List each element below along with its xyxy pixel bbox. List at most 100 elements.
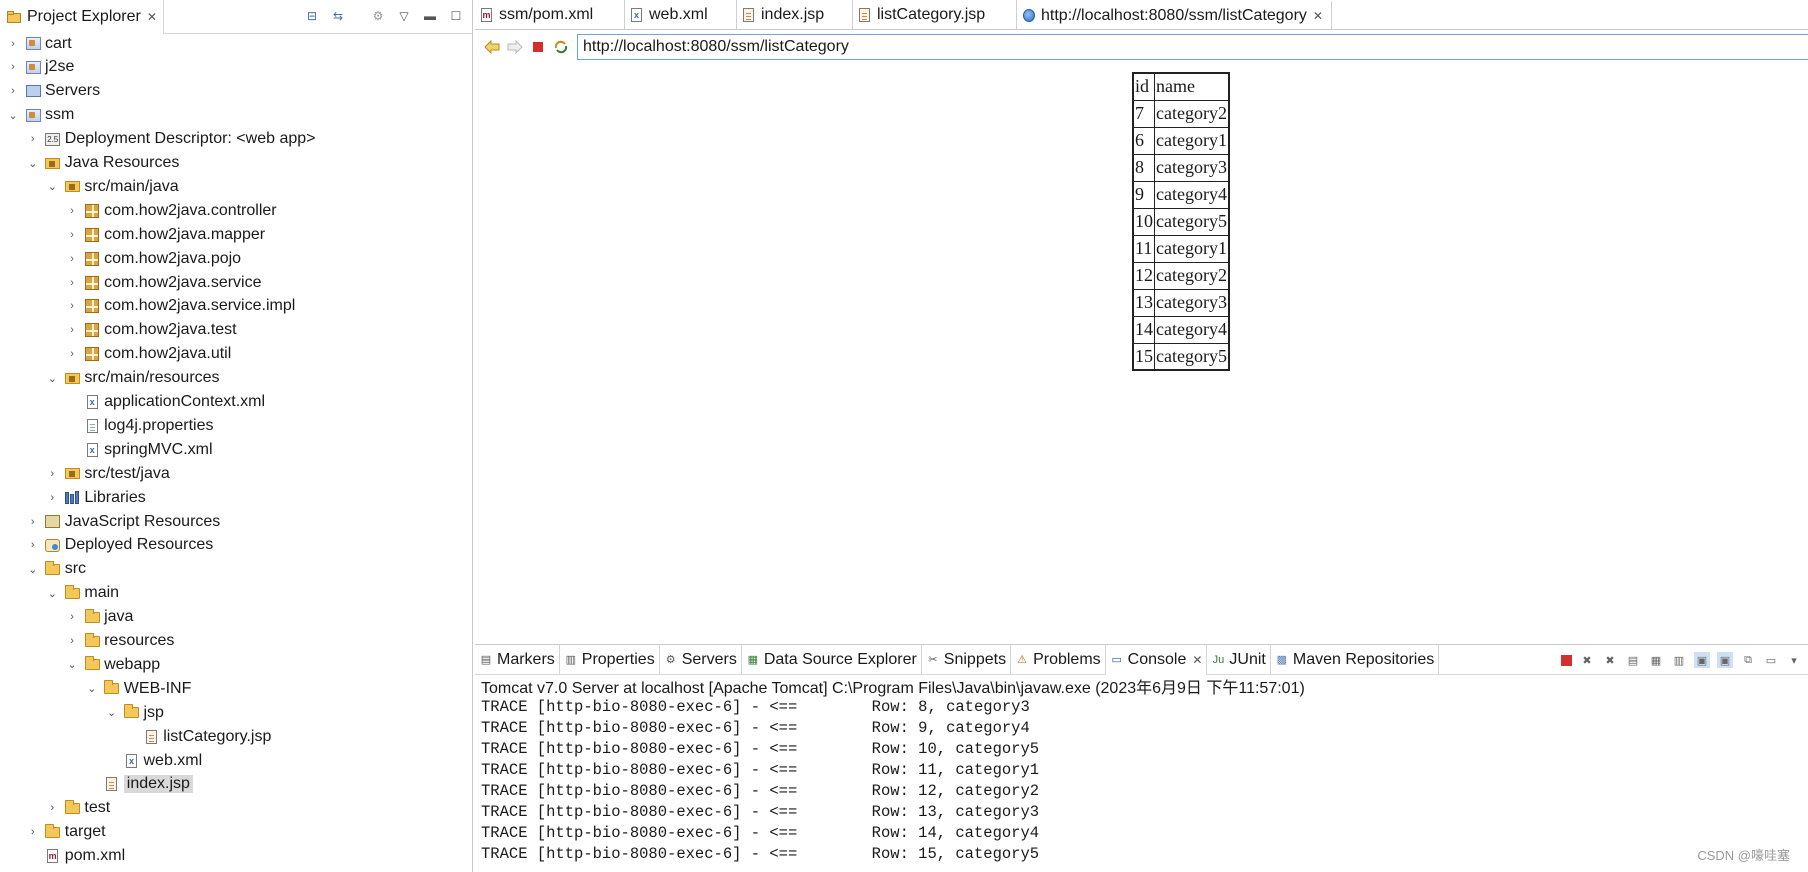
tree-item[interactable]: x springMVC.xml bbox=[65, 438, 213, 461]
view-menu-icon[interactable]: ▽ bbox=[396, 8, 412, 24]
editor-tab[interactable]: x web.xml bbox=[625, 0, 737, 29]
tree-item[interactable]: › com.how2java.util bbox=[65, 343, 231, 366]
bottom-tab[interactable]: ▭ Console ✕ bbox=[1105, 644, 1208, 675]
word-wrap-icon[interactable]: ▥ bbox=[1671, 652, 1687, 668]
url-input[interactable]: http://localhost:8080/ssm/listCategory bbox=[577, 34, 1808, 60]
pin-console-icon[interactable]: ⧉ bbox=[1740, 652, 1756, 668]
bottom-tab[interactable]: ⚠ Problems bbox=[1011, 644, 1106, 675]
tree-item[interactable]: index.jsp bbox=[85, 773, 193, 796]
console-output[interactable]: TRACE [http-bio-8080-exec-6] - <== Row: … bbox=[475, 697, 1808, 865]
remove-launch-icon[interactable]: ✖ bbox=[1579, 652, 1595, 668]
chevron-down-icon[interactable]: ⌄ bbox=[26, 563, 40, 576]
chevron-right-icon[interactable]: › bbox=[65, 324, 79, 336]
stop-icon[interactable] bbox=[529, 39, 546, 56]
close-icon[interactable]: ✕ bbox=[1192, 653, 1202, 667]
bottom-tab[interactable]: Ju JUnit bbox=[1207, 644, 1271, 675]
project-explorer-tab[interactable]: Project Explorer ✕ bbox=[0, 0, 164, 34]
chevron-right-icon[interactable]: › bbox=[26, 539, 40, 551]
chevron-down-icon[interactable]: ⌄ bbox=[45, 372, 59, 385]
link-with-editor-icon[interactable]: ⇆ bbox=[330, 8, 346, 24]
tree-item[interactable]: ⌄ src bbox=[26, 558, 86, 581]
tree-item[interactable]: ⌄ jsp bbox=[105, 701, 164, 724]
chevron-right-icon[interactable]: › bbox=[6, 61, 20, 73]
tree-item[interactable]: › cart bbox=[6, 32, 72, 55]
chevron-right-icon[interactable]: › bbox=[45, 802, 59, 814]
chevron-down-icon[interactable]: ⌄ bbox=[105, 706, 119, 719]
tree-item[interactable]: ⌄ WEB-INF bbox=[85, 677, 191, 700]
tree-item[interactable]: x web.xml bbox=[105, 749, 202, 772]
bottom-tab[interactable]: ⚙ Servers bbox=[660, 644, 742, 675]
tree-item[interactable]: › Libraries bbox=[45, 486, 146, 509]
tree-item[interactable]: › 2.5 Deployment Descriptor: <web app> bbox=[26, 128, 316, 151]
chevron-down-icon[interactable]: ⌄ bbox=[65, 658, 79, 671]
tree-item[interactable]: › src/test/java bbox=[45, 462, 170, 485]
editor-tab[interactable]: m ssm/pom.xml bbox=[475, 0, 625, 29]
bottom-tab[interactable]: ▩ Maven Repositories bbox=[1271, 644, 1440, 675]
minimize-icon[interactable]: ▬ bbox=[422, 8, 438, 24]
tree-item[interactable]: ⌄ Java Resources bbox=[26, 152, 179, 175]
tree-item[interactable]: › j2se bbox=[6, 56, 74, 79]
tree-item[interactable]: ⌄ webapp bbox=[65, 653, 160, 676]
tree-item[interactable]: m pom.xml bbox=[26, 845, 125, 868]
close-icon[interactable]: ✕ bbox=[147, 10, 157, 24]
editor-tab[interactable]: http://localhost:8080/ssm/listCategory ✕ bbox=[1017, 0, 1332, 29]
chevron-right-icon[interactable]: › bbox=[65, 611, 79, 623]
maximize-icon[interactable]: ☐ bbox=[448, 8, 464, 24]
chevron-right-icon[interactable]: › bbox=[26, 826, 40, 838]
refresh-icon[interactable] bbox=[552, 39, 569, 56]
filter-icon[interactable]: ⚙ bbox=[370, 8, 386, 24]
show-on-output-icon[interactable]: ▣ bbox=[1694, 652, 1710, 668]
tree-item[interactable]: ⌄ src/main/resources bbox=[45, 367, 220, 390]
chevron-down-icon[interactable]: ⌄ bbox=[85, 682, 99, 695]
tree-item[interactable]: › com.how2java.controller bbox=[65, 199, 276, 222]
editor-tab[interactable]: index.jsp bbox=[737, 0, 853, 29]
chevron-right-icon[interactable]: › bbox=[6, 38, 20, 50]
chevron-right-icon[interactable]: › bbox=[45, 468, 59, 480]
remove-all-terminated-icon[interactable]: ✖ bbox=[1602, 652, 1618, 668]
chevron-right-icon[interactable]: › bbox=[26, 133, 40, 145]
chevron-right-icon[interactable]: › bbox=[65, 348, 79, 360]
close-icon[interactable]: ✕ bbox=[1313, 9, 1323, 23]
collapse-all-icon[interactable]: ⊟ bbox=[304, 8, 320, 24]
tree-item[interactable]: › target bbox=[26, 821, 106, 844]
view-menu-icon[interactable]: ▾ bbox=[1786, 652, 1802, 668]
tree-item[interactable]: ⌄ src/main/java bbox=[45, 175, 179, 198]
editor-tab[interactable]: listCategory.jsp bbox=[853, 0, 1017, 29]
bottom-tab[interactable]: ▦ Data Source Explorer bbox=[742, 644, 922, 675]
tree-item[interactable]: › com.how2java.service bbox=[65, 271, 261, 294]
tree-item[interactable]: ⌄ main bbox=[45, 582, 119, 605]
tree-item[interactable]: › Servers bbox=[6, 80, 100, 103]
bottom-tab[interactable]: ▥ Properties bbox=[560, 644, 660, 675]
tree-item[interactable]: › java bbox=[65, 606, 133, 629]
forward-arrow-icon[interactable] bbox=[506, 39, 523, 56]
bottom-tab[interactable]: ✂ Snippets bbox=[922, 644, 1012, 675]
chevron-down-icon[interactable]: ⌄ bbox=[45, 180, 59, 193]
terminate-icon[interactable] bbox=[1561, 655, 1572, 666]
chevron-right-icon[interactable]: › bbox=[65, 205, 79, 217]
tree-item[interactable]: › com.how2java.test bbox=[65, 319, 236, 342]
tree-item[interactable]: listCategory.jsp bbox=[124, 725, 271, 748]
chevron-right-icon[interactable]: › bbox=[26, 516, 40, 528]
chevron-right-icon[interactable]: › bbox=[6, 85, 20, 97]
clear-console-icon[interactable]: ▤ bbox=[1625, 652, 1641, 668]
bottom-tab[interactable]: ▤ Markers bbox=[475, 644, 560, 675]
chevron-down-icon[interactable]: ⌄ bbox=[26, 157, 40, 170]
back-arrow-icon[interactable] bbox=[483, 39, 500, 56]
tree-item[interactable]: › com.how2java.mapper bbox=[65, 223, 265, 246]
tree-item[interactable]: › com.how2java.service.impl bbox=[65, 295, 295, 318]
chevron-down-icon[interactable]: ⌄ bbox=[45, 587, 59, 600]
chevron-right-icon[interactable]: › bbox=[65, 277, 79, 289]
chevron-right-icon[interactable]: › bbox=[65, 635, 79, 647]
scroll-lock-icon[interactable]: ▦ bbox=[1648, 652, 1664, 668]
chevron-right-icon[interactable]: › bbox=[45, 492, 59, 504]
chevron-right-icon[interactable]: › bbox=[65, 300, 79, 312]
tree-item[interactable]: › com.how2java.pojo bbox=[65, 247, 241, 270]
tree-item[interactable]: log4j.properties bbox=[65, 414, 214, 437]
tree-item[interactable]: x applicationContext.xml bbox=[65, 391, 265, 414]
show-on-error-icon[interactable]: ▣ bbox=[1717, 652, 1733, 668]
chevron-right-icon[interactable]: › bbox=[65, 253, 79, 265]
tree-item[interactable]: ⌄ ssm bbox=[6, 104, 74, 127]
display-console-icon[interactable]: ▭ bbox=[1763, 652, 1779, 668]
tree-item[interactable]: › JavaScript Resources bbox=[26, 510, 220, 533]
chevron-down-icon[interactable]: ⌄ bbox=[6, 109, 20, 122]
